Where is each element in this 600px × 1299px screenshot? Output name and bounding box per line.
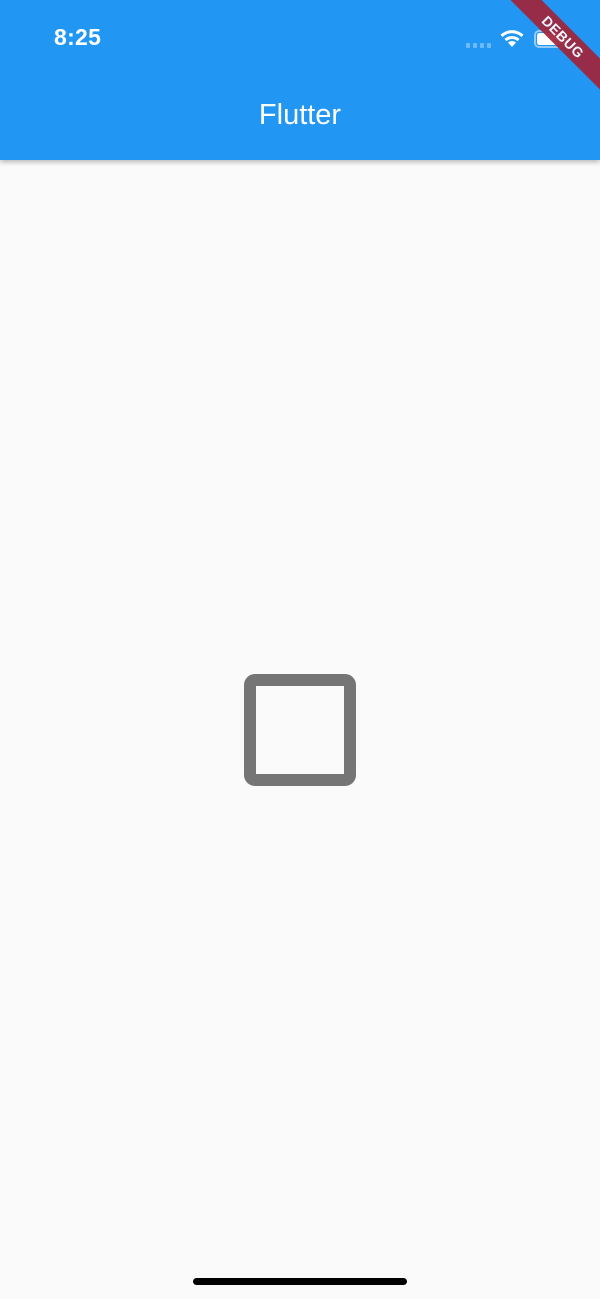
app-bar-title: Flutter [258, 99, 342, 131]
battery-icon [534, 30, 568, 48]
check-box-outline-blank-icon[interactable] [244, 674, 356, 786]
cellular-signal-icon [466, 43, 491, 48]
home-indicator[interactable] [193, 1278, 407, 1285]
app-bar: 8:25 Flutter [0, 0, 600, 160]
status-bar-time: 8:25 [54, 24, 102, 50]
wifi-icon [500, 30, 524, 47]
